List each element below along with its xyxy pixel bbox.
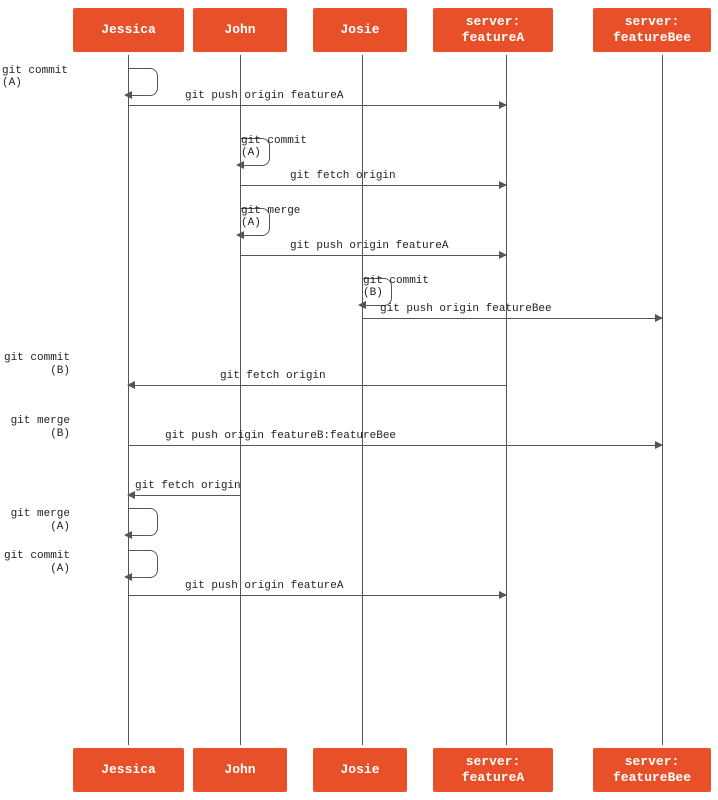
- arrow-fetch-origin-1: [240, 185, 506, 186]
- lifeline-jessica: [128, 55, 129, 745]
- label-git-commit-b-josie: git commit(B): [363, 275, 429, 299]
- self-loop-jessica-commit-a: [128, 68, 158, 96]
- actor-josie-top: Josie: [313, 8, 407, 52]
- label-push-featureBee: git push origin featureBee: [380, 303, 552, 315]
- actor-jessica-top: Jessica: [73, 8, 184, 52]
- arrow-push-featureB-featureBee: [128, 445, 662, 446]
- arrow-fetch-origin-2: [128, 385, 506, 386]
- actor-josie-bottom: Josie: [313, 748, 407, 792]
- actor-featureBee-bottom: server:featureBee: [593, 748, 711, 792]
- arrow-push-featureA-2: [240, 255, 506, 256]
- arrow-push-featureA-1: [128, 105, 506, 106]
- label-git-commit-b-jessica: git commit(B): [2, 352, 70, 378]
- self-loop-jessica-commit-a-2: [128, 550, 158, 578]
- label-push-featureA-3: git push origin featureA: [185, 580, 343, 592]
- lifeline-josie: [362, 55, 363, 745]
- label-git-merge-b-jessica: git merge(B): [2, 415, 70, 441]
- lifeline-featureBee: [662, 55, 663, 745]
- label-push-featureA-2: git push origin featureA: [290, 240, 448, 252]
- self-loop-jessica-merge-a: [128, 508, 158, 536]
- actor-jessica-bottom: Jessica: [73, 748, 184, 792]
- actor-featureA-top: server:featureA: [433, 8, 553, 52]
- label-git-commit-a-jessica: git commit(A): [2, 65, 70, 89]
- label-fetch-origin-3: git fetch origin: [135, 480, 241, 492]
- actor-featureBee-top: server:featureBee: [593, 8, 711, 52]
- label-push-featureA-1: git push origin featureA: [185, 90, 343, 102]
- label-fetch-origin-2: git fetch origin: [220, 370, 326, 382]
- label-fetch-origin-1: git fetch origin: [290, 170, 396, 182]
- arrow-push-featureA-3: [128, 595, 506, 596]
- label-git-merge-a-john: git merge(A): [241, 205, 300, 229]
- actor-john-top: John: [193, 8, 287, 52]
- label-git-commit-a-john: git commit(A): [241, 135, 307, 159]
- arrow-push-featureBee: [362, 318, 662, 319]
- label-git-merge-a-jessica: git merge(A): [2, 508, 70, 534]
- lifeline-featureA: [506, 55, 507, 745]
- actor-john-bottom: John: [193, 748, 287, 792]
- arrow-fetch-origin-3: [128, 495, 240, 496]
- label-git-commit-a-jessica-2: git commit(A): [2, 550, 70, 576]
- label-push-featureB-featureBee: git push origin featureB:featureBee: [165, 430, 396, 442]
- actor-featureA-bottom: server:featureA: [433, 748, 553, 792]
- sequence-diagram: Jessica John Josie server:featureA serve…: [0, 0, 718, 800]
